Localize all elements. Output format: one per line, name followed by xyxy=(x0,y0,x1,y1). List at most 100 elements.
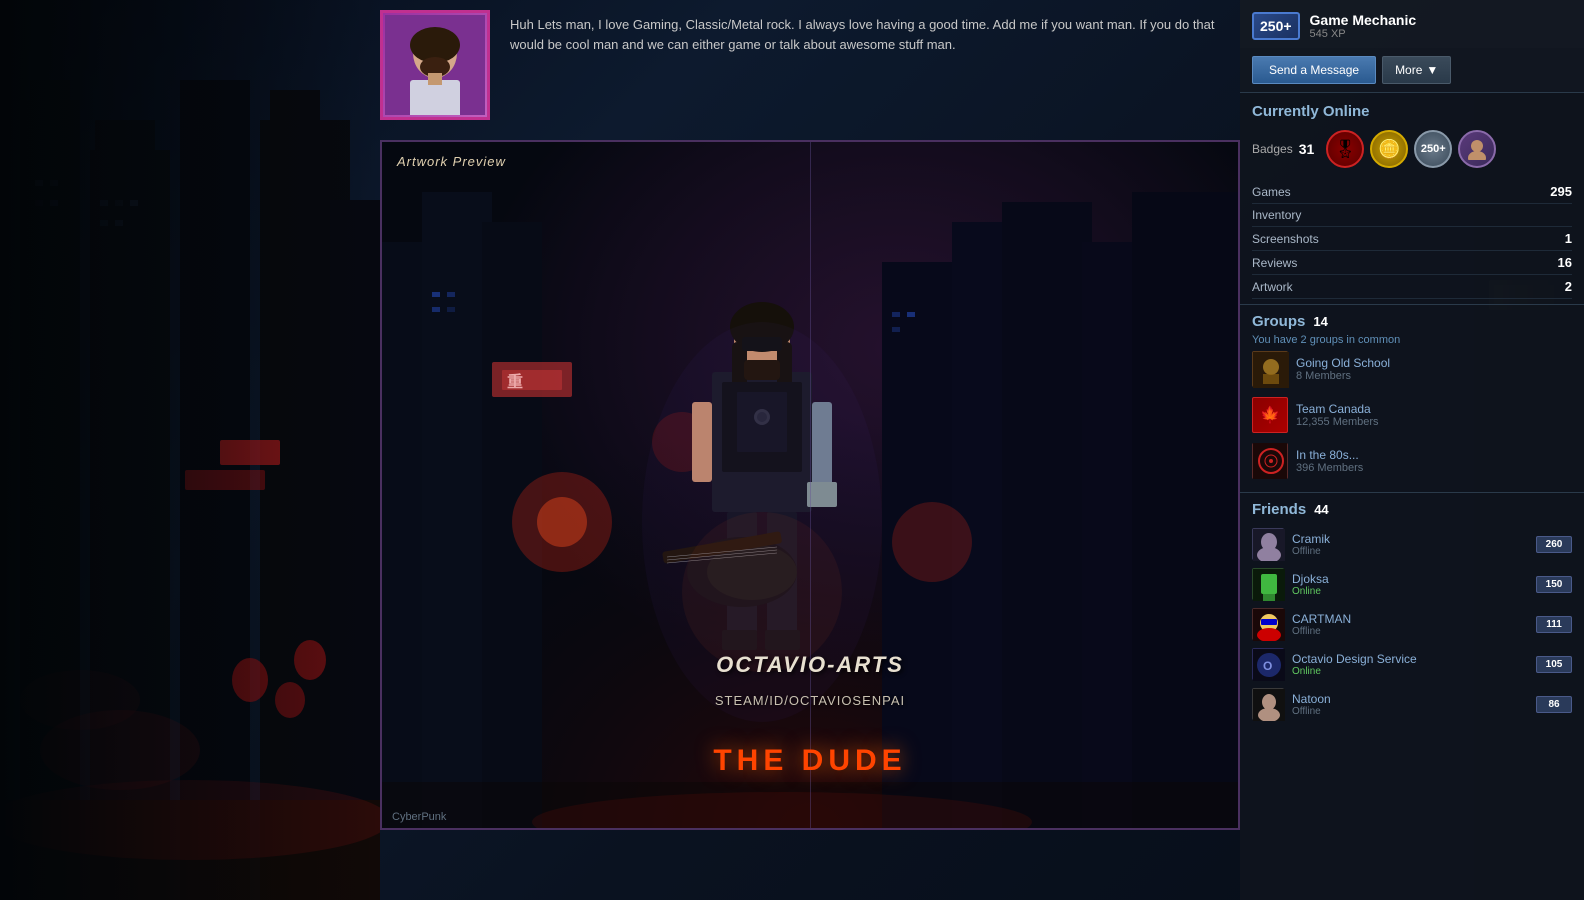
friend-avatar-cramik xyxy=(1252,528,1284,560)
group-name-80s: In the 80s... xyxy=(1296,448,1363,462)
svg-text:O: O xyxy=(1263,659,1272,673)
friend-info-cramik: Cramik Offline xyxy=(1292,532,1528,557)
group-thumb-old-school xyxy=(1252,351,1288,387)
action-buttons: Send a Message More ▼ xyxy=(1240,48,1584,92)
stat-artwork[interactable]: Artwork 2 xyxy=(1252,275,1572,299)
groups-header: Groups 14 xyxy=(1252,313,1572,330)
profile-bio: Huh Lets man, I love Gaming, Classic/Met… xyxy=(510,10,1240,54)
artwork-artist-name: OCTAVIO-ARTS xyxy=(716,652,904,678)
friend-name-natoon: Natoon xyxy=(1292,692,1528,706)
friend-avatar-djoksa xyxy=(1252,568,1284,600)
group-item-old-school[interactable]: Going Old School 8 Members xyxy=(1252,346,1572,392)
reviews-label: Reviews xyxy=(1252,256,1297,270)
friend-name-djoksa: Djoksa xyxy=(1292,572,1528,586)
stat-screenshots[interactable]: Screenshots 1 xyxy=(1252,227,1572,251)
groups-common-text: You have 2 groups in common xyxy=(1252,334,1572,346)
artwork-steam-url: STEAM/ID/OCTAVIOSENPAI xyxy=(715,693,905,708)
friend-status-natoon: Offline xyxy=(1292,706,1528,717)
badge-level-250[interactable]: 250+ xyxy=(1414,130,1452,168)
friend-name-cartman: CARTMAN xyxy=(1292,612,1528,626)
friend-item-octavio[interactable]: O Octavio Design Service Online 105 xyxy=(1252,644,1572,684)
friend-level-djoksa: 150 xyxy=(1536,576,1572,593)
friend-status-djoksa: Online xyxy=(1292,586,1528,597)
friend-info-natoon: Natoon Offline xyxy=(1292,692,1528,717)
right-sidebar: 250+ Game Mechanic 545 XP Send a Message… xyxy=(1240,0,1584,900)
friend-name-cramik: Cramik xyxy=(1292,532,1528,546)
group-info-canada: Team Canada 12,355 Members xyxy=(1296,402,1379,428)
screenshots-label: Screenshots xyxy=(1252,232,1319,246)
friends-section: Friends 44 Cramik Offline 260 xyxy=(1240,492,1584,732)
group-info-old-school: Going Old School 8 Members xyxy=(1296,356,1390,382)
chevron-down-icon: ▼ xyxy=(1426,63,1438,77)
level-badge: 250+ xyxy=(1252,12,1300,40)
group-members-80s: 396 Members xyxy=(1296,462,1363,474)
friend-status-cramik: Offline xyxy=(1292,546,1528,557)
friend-avatar-octavio: O xyxy=(1252,648,1284,680)
group-name-canada: Team Canada xyxy=(1296,402,1379,416)
group-members-old-school: 8 Members xyxy=(1296,370,1390,382)
bio-text: Huh Lets man, I love Gaming, Classic/Met… xyxy=(510,17,1215,52)
friend-level-octavio: 105 xyxy=(1536,656,1572,673)
friend-item-cramik[interactable]: Cramik Offline 260 xyxy=(1252,524,1572,564)
artwork-section: Artwork Preview xyxy=(380,140,1240,830)
badge-gold-coin[interactable]: 🪙 xyxy=(1370,130,1408,168)
profile-title-bar: 250+ Game Mechanic 545 XP xyxy=(1240,0,1584,48)
inventory-label: Inventory xyxy=(1252,208,1301,222)
friends-header: Friends 44 xyxy=(1252,501,1572,518)
groups-title: Groups xyxy=(1252,313,1305,330)
games-label: Games xyxy=(1252,185,1291,199)
friend-name-octavio: Octavio Design Service xyxy=(1292,652,1528,666)
artwork-title: THE DUDE xyxy=(713,744,906,778)
send-message-button[interactable]: Send a Message xyxy=(1252,56,1376,84)
friend-info-cartman: CARTMAN Offline xyxy=(1292,612,1528,637)
group-thumb-80s xyxy=(1252,443,1288,479)
group-item-80s[interactable]: In the 80s... 396 Members xyxy=(1252,438,1572,484)
more-label: More xyxy=(1395,63,1422,77)
badges-count: 31 xyxy=(1299,141,1315,157)
profile-name-xp: Game Mechanic 545 XP xyxy=(1310,12,1572,40)
profile-xp: 545 XP xyxy=(1310,28,1572,40)
stat-games[interactable]: Games 295 xyxy=(1252,180,1572,204)
profile-name: Game Mechanic xyxy=(1310,12,1572,28)
friends-title: Friends xyxy=(1252,501,1306,518)
badge-red-ribbon[interactable]: 🎖 xyxy=(1326,130,1364,168)
friend-item-djoksa[interactable]: Djoksa Online 150 xyxy=(1252,564,1572,604)
friend-status-octavio: Online xyxy=(1292,666,1528,677)
stat-reviews[interactable]: Reviews 16 xyxy=(1252,251,1572,275)
screenshots-value: 1 xyxy=(1565,231,1572,246)
friend-avatar-cartman xyxy=(1252,608,1284,640)
friend-item-cartman[interactable]: CARTMAN Offline 111 xyxy=(1252,604,1572,644)
group-item-canada[interactable]: 🍁 Team Canada 12,355 Members xyxy=(1252,392,1572,438)
avatar-container xyxy=(380,10,495,125)
badges-label: Badges xyxy=(1252,142,1293,156)
groups-section: Groups 14 You have 2 groups in common Go… xyxy=(1240,304,1584,492)
artwork-preview-label: Artwork Preview xyxy=(397,154,506,169)
artwork-value: 2 xyxy=(1565,279,1572,294)
svg-text:重: 重 xyxy=(507,372,523,391)
friend-avatar-natoon xyxy=(1252,688,1284,720)
group-members-canada: 12,355 Members xyxy=(1296,416,1379,428)
games-value: 295 xyxy=(1550,184,1572,199)
friend-status-cartman: Offline xyxy=(1292,626,1528,637)
badges-row: Badges 31 🎖 🪙 250+ xyxy=(1252,130,1572,168)
friend-info-djoksa: Djoksa Online xyxy=(1292,572,1528,597)
profile-header: Huh Lets man, I love Gaming, Classic/Met… xyxy=(380,0,1240,135)
more-button[interactable]: More ▼ xyxy=(1382,56,1451,84)
artwork-vertical-divider xyxy=(810,142,811,828)
group-info-80s: In the 80s... 396 Members xyxy=(1296,448,1363,474)
group-thumb-canada: 🍁 xyxy=(1252,397,1288,433)
stat-inventory[interactable]: Inventory xyxy=(1252,204,1572,227)
reviews-value: 16 xyxy=(1558,255,1572,270)
artwork-game-label: CyberPunk xyxy=(392,811,446,823)
group-name-old-school: Going Old School xyxy=(1296,356,1390,370)
groups-count: 14 xyxy=(1313,314,1327,329)
main-content-area: Huh Lets man, I love Gaming, Classic/Met… xyxy=(380,0,1240,900)
left-city-background xyxy=(0,0,380,900)
currently-online-section: Currently Online Badges 31 🎖 🪙 250+ Game… xyxy=(1240,92,1584,304)
friend-item-natoon[interactable]: Natoon Offline 86 xyxy=(1252,684,1572,724)
avatar xyxy=(380,10,490,120)
badge-avatar[interactable] xyxy=(1458,130,1496,168)
level-number: 250+ xyxy=(1260,18,1292,34)
artwork-label: Artwork xyxy=(1252,280,1293,294)
friend-info-octavio: Octavio Design Service Online xyxy=(1292,652,1528,677)
